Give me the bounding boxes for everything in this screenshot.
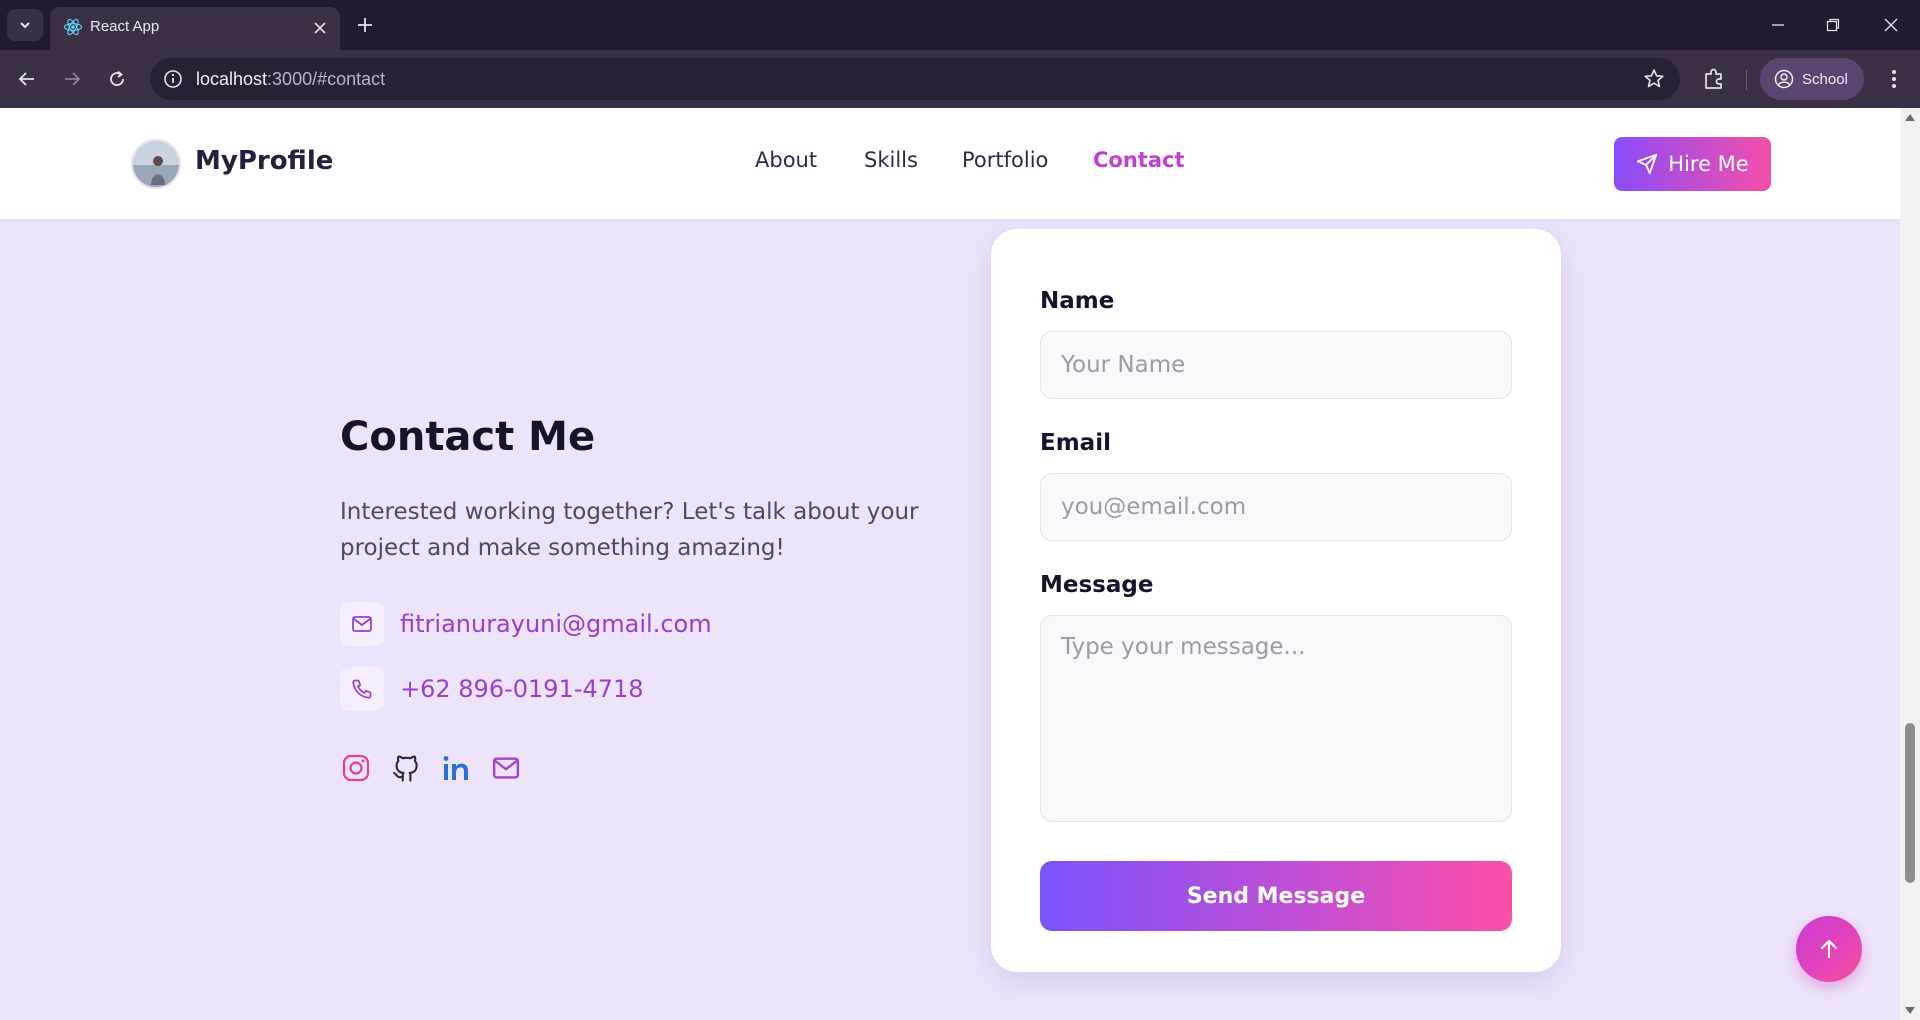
close-window-button[interactable] xyxy=(1876,10,1906,40)
browser-toolbar: localhost:3000/#contact School xyxy=(0,50,1920,108)
page-scrollbar[interactable] xyxy=(1900,108,1920,1020)
mail-icon xyxy=(492,757,520,779)
url-path: :3000/#contact xyxy=(267,69,386,89)
github-link[interactable] xyxy=(390,752,422,784)
contact-title: Contact Me xyxy=(340,414,596,460)
linkedin-icon xyxy=(443,756,468,780)
name-input[interactable] xyxy=(1040,331,1512,399)
new-tab-button[interactable] xyxy=(352,12,378,38)
instagram-link[interactable] xyxy=(340,752,372,784)
contact-email[interactable]: fitrianurayuni@gmail.com xyxy=(400,610,712,638)
nav-about[interactable]: About xyxy=(755,148,817,172)
scrollbar-thumb[interactable] xyxy=(1905,723,1915,883)
profile-button[interactable]: School xyxy=(1760,58,1864,100)
scroll-down-arrow[interactable] xyxy=(1905,1007,1915,1014)
restore-icon xyxy=(1826,18,1840,32)
contact-email-row[interactable]: fitrianurayuni@gmail.com xyxy=(340,602,712,646)
star-icon[interactable] xyxy=(1642,67,1666,91)
profile-photo xyxy=(133,141,179,187)
reload-button[interactable] xyxy=(102,64,132,94)
tab-search-button[interactable] xyxy=(7,9,43,41)
mail-icon-box xyxy=(340,602,384,646)
message-textarea[interactable] xyxy=(1040,615,1512,822)
toolbar-divider xyxy=(1746,70,1747,90)
arrow-up-icon xyxy=(1820,939,1838,959)
brand-name[interactable]: MyProfile xyxy=(195,146,333,176)
restore-button[interactable] xyxy=(1818,10,1848,40)
avatar[interactable] xyxy=(131,139,181,189)
nav-contact[interactable]: Contact xyxy=(1093,148,1185,172)
minimize-icon xyxy=(1772,24,1784,26)
github-icon xyxy=(393,755,418,782)
tab-close-button[interactable] xyxy=(310,18,330,38)
hire-me-button[interactable]: Hire Me xyxy=(1614,137,1771,191)
name-label: Name xyxy=(1040,288,1115,314)
forward-button[interactable] xyxy=(57,64,87,94)
contact-description: Interested working together? Let's talk … xyxy=(340,499,919,561)
site-header: MyProfile About Skills Portfolio Contact… xyxy=(0,108,1900,219)
url-text: localhost:3000/#contact xyxy=(196,69,385,90)
info-icon[interactable] xyxy=(162,68,184,90)
back-button[interactable] xyxy=(12,64,42,94)
browser-menu-button[interactable] xyxy=(1880,65,1908,93)
page-viewport: MyProfile About Skills Portfolio Contact… xyxy=(0,108,1900,1020)
puzzle-icon[interactable] xyxy=(1700,65,1728,93)
email-link[interactable] xyxy=(490,752,522,784)
linkedin-link[interactable] xyxy=(440,752,472,784)
mail-icon xyxy=(352,616,372,632)
profile-label: School xyxy=(1802,70,1848,88)
address-bar[interactable]: localhost:3000/#contact xyxy=(150,58,1680,100)
plus-icon xyxy=(358,18,372,32)
send-icon xyxy=(1637,153,1658,175)
scroll-to-top-button[interactable] xyxy=(1796,916,1862,982)
contact-phone-row[interactable]: +62 896-0191-4718 xyxy=(340,667,644,711)
email-label: Email xyxy=(1040,430,1111,456)
url-host: localhost xyxy=(196,69,268,89)
phone-icon xyxy=(352,679,372,699)
message-label: Message xyxy=(1040,572,1154,598)
arrow-right-icon xyxy=(65,72,81,86)
tab-title: React App xyxy=(90,18,160,35)
reload-icon xyxy=(110,70,124,86)
browser-tab-active[interactable]: React App xyxy=(50,7,340,50)
nav-portfolio[interactable]: Portfolio xyxy=(962,148,1048,172)
user-circle-icon xyxy=(1774,69,1794,89)
close-icon xyxy=(314,22,326,34)
more-vertical-icon xyxy=(1892,70,1896,88)
contact-form: Name Email Message Send Message xyxy=(991,229,1561,972)
chevron-down-icon xyxy=(20,22,30,29)
nav-skills[interactable]: Skills xyxy=(864,148,918,172)
close-icon xyxy=(1884,18,1898,32)
browser-tabbar: React App xyxy=(0,0,1920,50)
send-message-button[interactable]: Send Message xyxy=(1040,861,1512,931)
instagram-icon xyxy=(342,754,370,782)
react-logo-icon xyxy=(63,18,83,36)
minimize-button[interactable] xyxy=(1763,10,1793,40)
phone-icon-box xyxy=(340,667,384,711)
social-links xyxy=(340,752,540,784)
email-input[interactable] xyxy=(1040,473,1512,541)
scroll-up-arrow[interactable] xyxy=(1905,114,1915,121)
hire-me-label: Hire Me xyxy=(1668,152,1749,176)
contact-phone[interactable]: +62 896-0191-4718 xyxy=(400,675,644,703)
arrow-left-icon xyxy=(18,72,34,86)
